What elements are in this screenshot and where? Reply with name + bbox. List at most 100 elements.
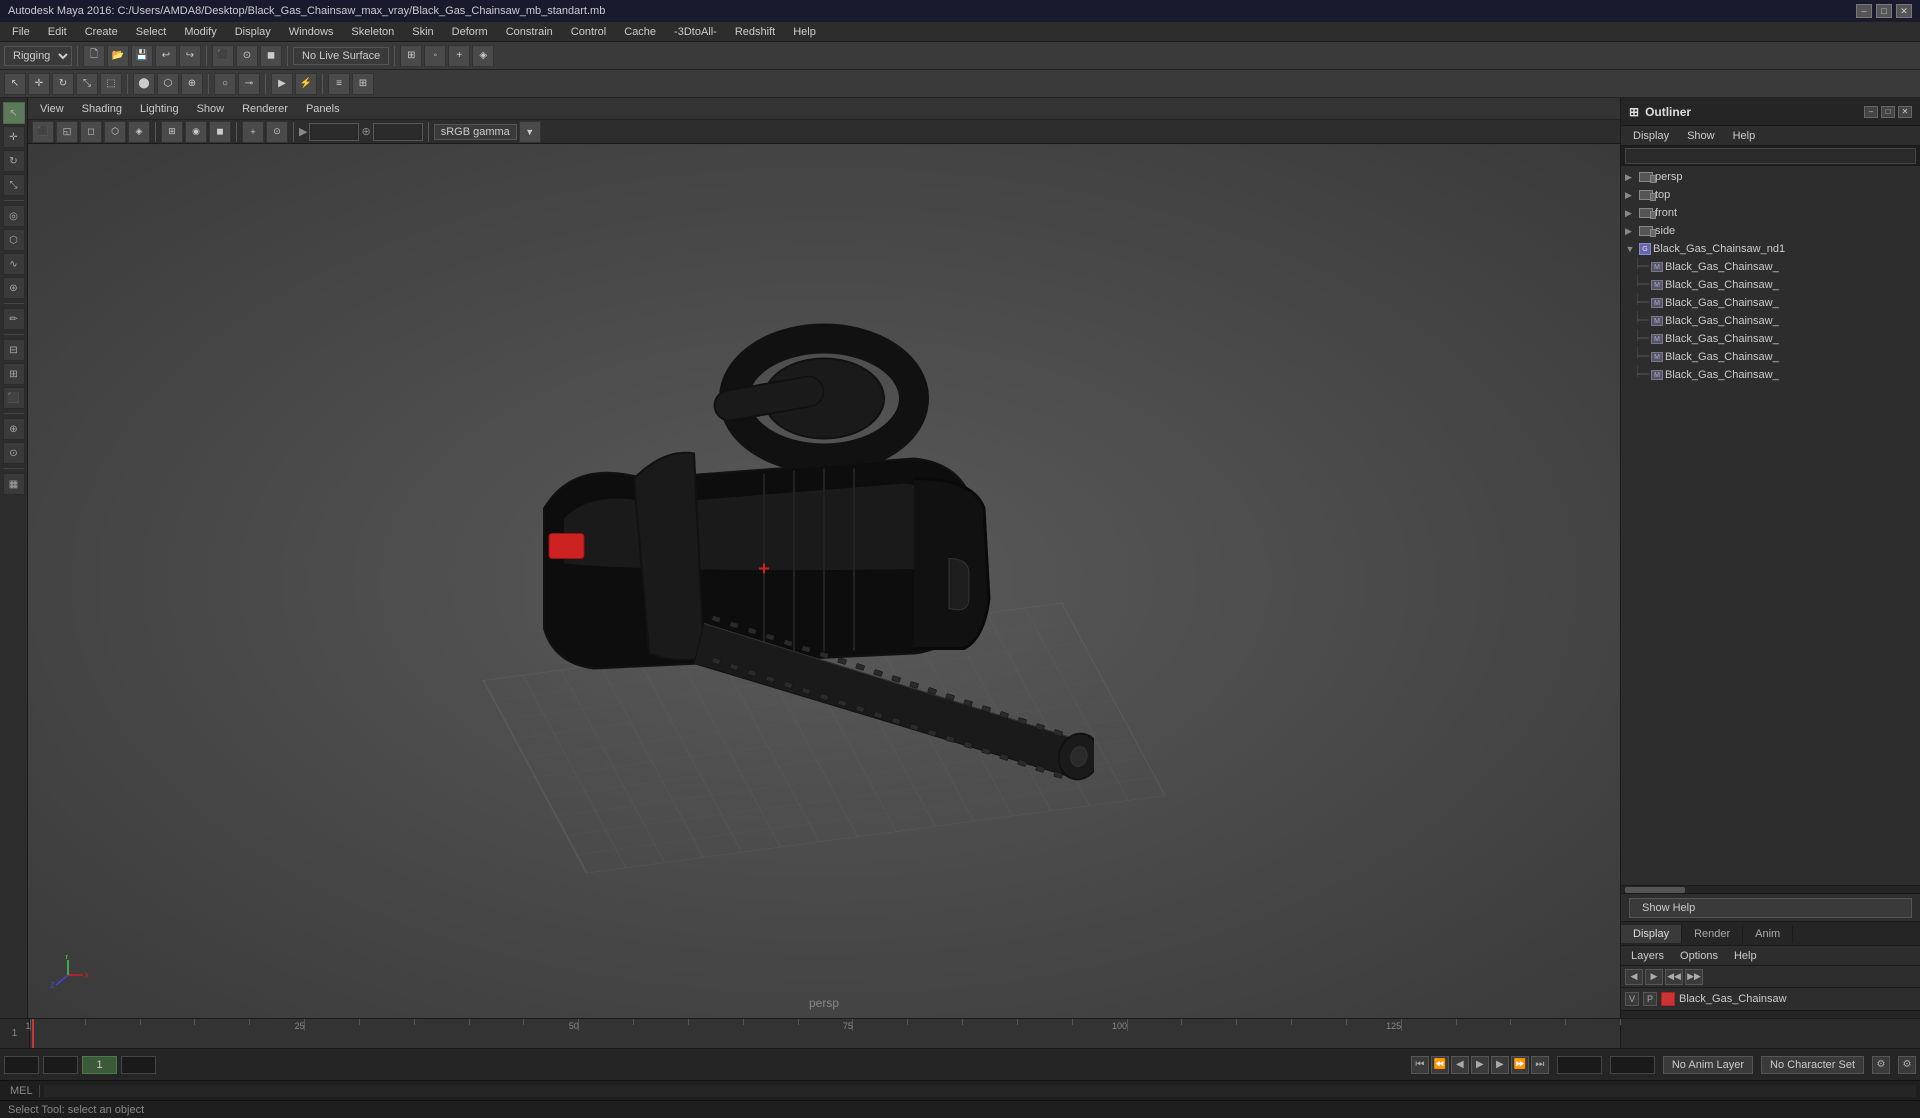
frame-current-input[interactable]: 1 <box>43 1056 78 1074</box>
menu-3dtall[interactable]: -3DtoAll- <box>666 24 725 40</box>
outliner-search-input[interactable] <box>1625 148 1916 164</box>
show-outliner-button[interactable]: ⊞ <box>352 73 374 95</box>
vp-gamma-btn[interactable]: ▼ <box>519 121 541 143</box>
redo-button[interactable]: ↪ <box>179 45 201 67</box>
frame-range-display[interactable]: 1 <box>82 1056 117 1074</box>
transform-tool-button[interactable]: ⬚ <box>100 73 122 95</box>
layer-color-swatch[interactable] <box>1661 992 1675 1006</box>
rotate-left-button[interactable]: ↻ <box>3 150 25 172</box>
minimize-button[interactable]: – <box>1856 4 1872 18</box>
layer-p-button[interactable]: P <box>1643 992 1657 1006</box>
no-live-surface-button[interactable]: No Live Surface <box>293 47 389 65</box>
nurbs-button[interactable]: ⊛ <box>3 277 25 299</box>
vp-flat-button[interactable]: ◼ <box>209 121 231 143</box>
menu-control[interactable]: Control <box>563 24 614 40</box>
joint-button[interactable]: ○ <box>214 73 236 95</box>
quick-layout-button[interactable]: ▦ <box>3 473 25 495</box>
outliner-help-menu[interactable]: Help <box>1725 128 1764 144</box>
viewport-canvas[interactable]: persp X Y Z <box>28 144 1620 1018</box>
menu-constrain[interactable]: Constrain <box>498 24 561 40</box>
anim-layer-button[interactable]: ⊞ <box>3 363 25 385</box>
layer-horizontal-scrollbar[interactable] <box>1621 1010 1920 1018</box>
move-left-button[interactable]: ✛ <box>3 126 25 148</box>
render-layer-button[interactable]: ⬛ <box>3 387 25 409</box>
menu-help[interactable]: Help <box>785 24 824 40</box>
curve-button[interactable]: ∿ <box>3 253 25 275</box>
cluster-button[interactable]: ⊕ <box>181 73 203 95</box>
ik-handle-button[interactable]: ⊸ <box>238 73 260 95</box>
snap-grid-button[interactable]: ⊞ <box>400 45 422 67</box>
playback-play-forward[interactable]: ▶ <box>1471 1056 1489 1074</box>
snap-point-button[interactable]: + <box>448 45 470 67</box>
outliner-item-front[interactable]: ▶ front <box>1621 204 1920 222</box>
outliner-mesh-7[interactable]: M Black_Gas_Chainsaw_ <box>1621 366 1920 384</box>
vp-toolbar-btn-4[interactable]: ⬡ <box>104 121 126 143</box>
lasso-button[interactable]: ⊙ <box>236 45 258 67</box>
playback-next-frame[interactable]: ▶ <box>1491 1056 1509 1074</box>
rotate-tool-button[interactable]: ↻ <box>52 73 74 95</box>
menu-cache[interactable]: Cache <box>616 24 664 40</box>
show-attr-editor-button[interactable]: ≡ <box>328 73 350 95</box>
outliner-minimize-btn[interactable]: – <box>1864 106 1878 118</box>
outliner-maximize-btn[interactable]: □ <box>1881 106 1895 118</box>
help-menu[interactable]: Help <box>1728 948 1763 964</box>
vp-shading-menu[interactable]: Shading <box>74 101 130 117</box>
vp-toolbar-btn-1[interactable]: ⬛ <box>32 121 54 143</box>
menu-file[interactable]: File <box>4 24 38 40</box>
ipr-button[interactable]: ⚡ <box>295 73 317 95</box>
outliner-group-chainsaw[interactable]: ▼ G Black_Gas_Chainsaw_nd1 <box>1621 240 1920 258</box>
frame-end-range-input[interactable]: 120 <box>1557 1056 1602 1074</box>
snap-view-button[interactable]: ◈ <box>472 45 494 67</box>
outliner-item-persp[interactable]: ▶ persp <box>1621 168 1920 186</box>
vp-value1-input[interactable]: 0.00 <box>309 123 359 141</box>
outliner-item-side[interactable]: ▶ side <box>1621 222 1920 240</box>
playback-prev-frame[interactable]: ◀ <box>1451 1056 1469 1074</box>
menu-deform[interactable]: Deform <box>444 24 496 40</box>
render-preview-button[interactable]: ▶ <box>271 73 293 95</box>
outliner-show-menu[interactable]: Show <box>1679 128 1723 144</box>
move-tool-button[interactable]: ✛ <box>28 73 50 95</box>
layer-tab-render[interactable]: Render <box>1682 925 1743 943</box>
menu-skeleton[interactable]: Skeleton <box>343 24 402 40</box>
menu-create[interactable]: Create <box>77 24 126 40</box>
vp-toolbar-btn-5[interactable]: ◈ <box>128 121 150 143</box>
vp-value2-input[interactable]: 1.00 <box>373 123 423 141</box>
mode-dropdown[interactable]: Rigging <box>4 46 72 66</box>
anim-layer-dropdown[interactable]: No Anim Layer <box>1663 1056 1753 1074</box>
menu-redshift[interactable]: Redshift <box>727 24 783 40</box>
playback-next-key[interactable]: ⏩ <box>1511 1056 1529 1074</box>
scale-left-button[interactable]: ⤡ <box>3 174 25 196</box>
lattice-button[interactable]: ⬡ <box>157 73 179 95</box>
outliner-mesh-4[interactable]: M Black_Gas_Chainsaw_ <box>1621 312 1920 330</box>
show-help-button[interactable]: Show Help <box>1629 898 1912 918</box>
maximize-button[interactable]: □ <box>1876 4 1892 18</box>
options-menu[interactable]: Options <box>1674 948 1724 964</box>
scale-tool-button[interactable]: ⤡ <box>76 73 98 95</box>
frame-all-button[interactable]: ⊕ <box>3 418 25 440</box>
new-scene-button[interactable]: 🗋 <box>83 45 105 67</box>
layer-prev-btn[interactable]: ◀ <box>1625 969 1643 985</box>
outliner-mesh-2[interactable]: M Black_Gas_Chainsaw_ <box>1621 276 1920 294</box>
outliner-mesh-6[interactable]: M Black_Gas_Chainsaw_ <box>1621 348 1920 366</box>
timeline-playhead[interactable] <box>32 1019 34 1048</box>
outliner-mesh-3[interactable]: M Black_Gas_Chainsaw_ <box>1621 294 1920 312</box>
menu-edit[interactable]: Edit <box>40 24 75 40</box>
anim-prefs-btn[interactable]: ⚙ <box>1898 1056 1916 1074</box>
timeline-ruler[interactable]: 1255075100125 <box>30 1019 1620 1048</box>
playback-prev-key[interactable]: ⏪ <box>1431 1056 1449 1074</box>
vp-show-menu[interactable]: Show <box>189 101 233 117</box>
undo-button[interactable]: ↩ <box>155 45 177 67</box>
soft-select-button[interactable]: ⬤ <box>133 73 155 95</box>
frame-sel-button[interactable]: ⊙ <box>3 442 25 464</box>
menu-display[interactable]: Display <box>227 24 279 40</box>
soft-mod-button[interactable]: ◎ <box>3 205 25 227</box>
menu-skin[interactable]: Skin <box>404 24 441 40</box>
layer-next-fast-btn[interactable]: ▶▶ <box>1685 969 1703 985</box>
gamma-dropdown[interactable]: sRGB gamma <box>434 124 517 140</box>
vp-wireframe-button[interactable]: ⊞ <box>161 121 183 143</box>
vp-xray-button[interactable]: + <box>242 121 264 143</box>
menu-windows[interactable]: Windows <box>281 24 342 40</box>
frame-start-input[interactable]: 1 <box>4 1056 39 1074</box>
outliner-display-menu[interactable]: Display <box>1625 128 1677 144</box>
select-mode-button[interactable]: ⬛ <box>212 45 234 67</box>
